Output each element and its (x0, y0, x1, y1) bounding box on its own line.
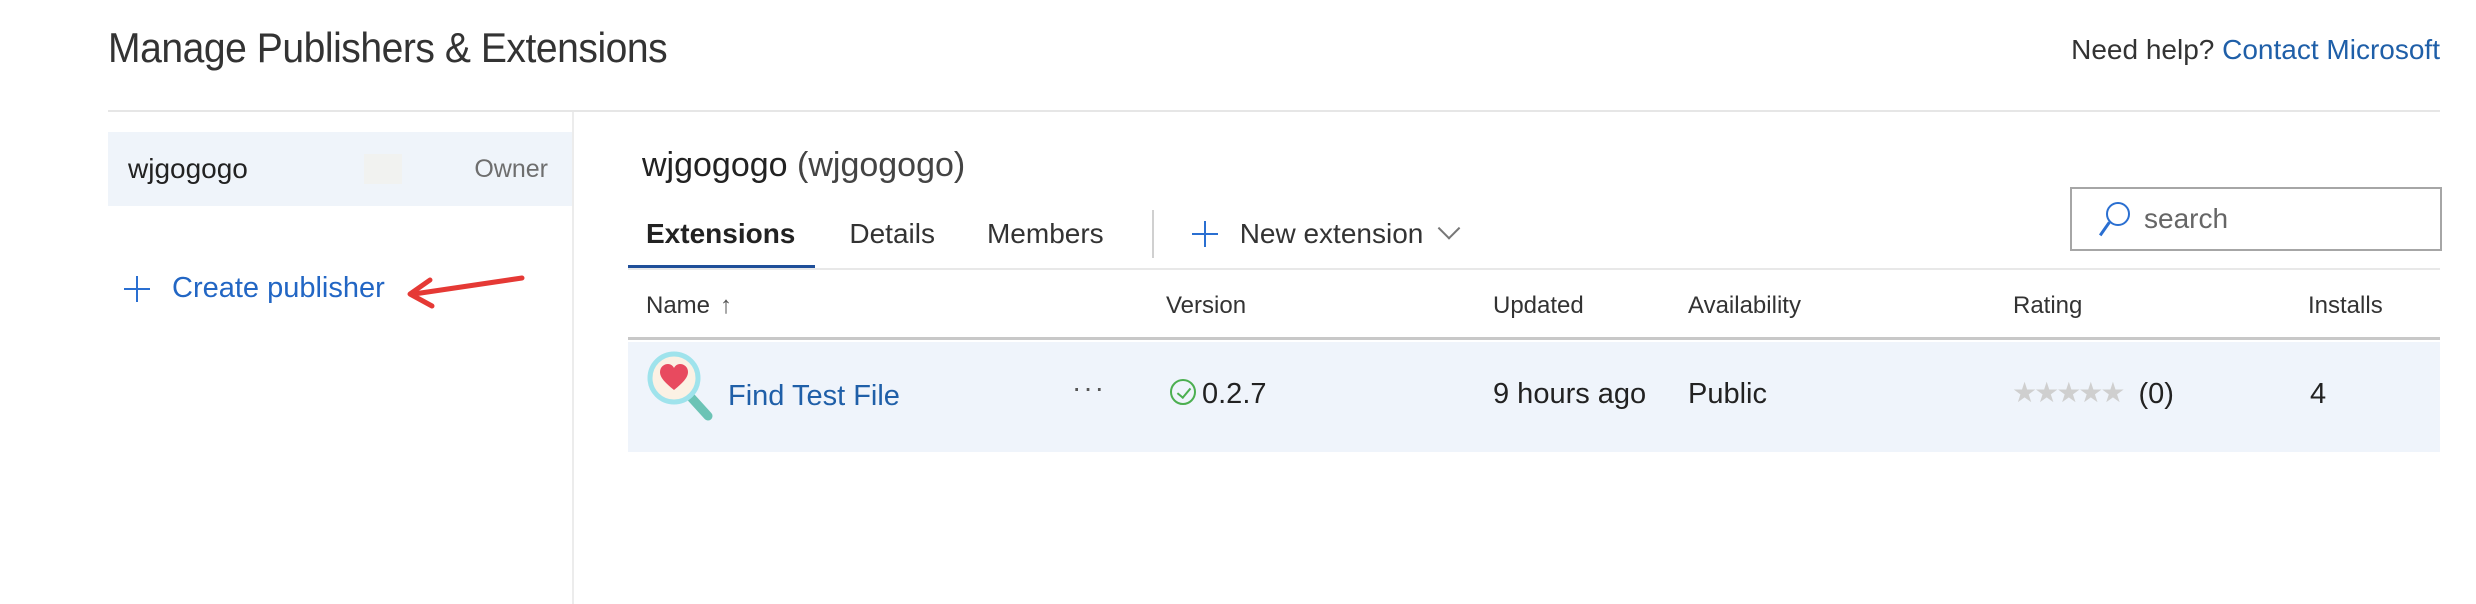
sidebar-divider (572, 112, 574, 604)
plus-icon (1191, 221, 1218, 247)
column-header-rating[interactable]: Rating (2013, 292, 2082, 320)
help-prefix: Need help? (2071, 34, 2215, 65)
sort-ascending-icon: ↑ (720, 292, 733, 319)
plus-icon (124, 275, 150, 302)
create-publisher-button[interactable]: Create publisher (124, 272, 385, 305)
table-header: Name ↑ Version Updated Availability Ratin… (628, 272, 2440, 340)
column-header-name[interactable]: Name ↑ (646, 292, 732, 320)
column-header-updated[interactable]: Updated (1493, 292, 1584, 320)
publisher-avatar (363, 154, 402, 184)
new-extension-label: New extension (1239, 218, 1424, 249)
magnifier-heart-icon (647, 351, 713, 421)
star-rating-icon: ★★★★★ (2012, 376, 2126, 408)
version-cell: 0.2.7 (1170, 378, 1267, 411)
new-extension-button[interactable]: New extension (1191, 217, 1461, 250)
chevron-down-icon (1438, 217, 1461, 240)
tab-members[interactable]: Members (969, 200, 1122, 268)
availability-cell: Public (1688, 378, 1767, 410)
table-row[interactable]: Find Test File ··· 0.2.7 9 hours ago Pub… (628, 342, 2440, 452)
installs-cell: 4 (2310, 378, 2327, 410)
page-title: Manage Publishers & Extensions (108, 24, 668, 71)
extension-name-link[interactable]: Find Test File (728, 380, 900, 412)
tab-details[interactable]: Details (831, 200, 953, 268)
version-value: 0.2.7 (1202, 378, 1267, 410)
column-header-installs[interactable]: Installs (2308, 292, 2383, 320)
toolbar-separator (1151, 210, 1154, 258)
sidebar-publisher-item[interactable]: wjgogogo Owner (108, 132, 572, 206)
help-text: Need help? Contact Microsoft (2071, 34, 2440, 66)
rating-cell: ★★★★★ (0) (2012, 376, 2174, 412)
contact-microsoft-link[interactable]: Contact Microsoft (2222, 34, 2440, 65)
column-name-label: Name (646, 292, 711, 319)
publisher-name: wjgogogo (128, 153, 248, 184)
column-header-version[interactable]: Version (1166, 292, 1246, 320)
rating-count: (0) (2138, 378, 2174, 410)
tabs-divider (628, 268, 2440, 270)
search-icon (2096, 200, 2130, 238)
tab-extensions[interactable]: Extensions (628, 200, 816, 270)
create-publisher-label: Create publisher (172, 272, 385, 304)
updated-cell: 9 hours ago (1493, 378, 1647, 410)
publisher-id: (wjgogogo) (797, 146, 966, 184)
search-input[interactable] (2144, 203, 2424, 235)
publisher-role: Owner (474, 154, 548, 183)
publisher-display-name: wjgogogo (642, 146, 788, 184)
search-box[interactable] (2070, 187, 2442, 251)
annotation-arrow-icon (407, 275, 525, 309)
publisher-tabs: Extensions Details Members New extension (628, 200, 1461, 270)
more-options-button[interactable]: ··· (1072, 372, 1106, 404)
header-divider (108, 110, 2440, 112)
column-header-availability[interactable]: Availability (1688, 292, 1801, 320)
check-circle-icon (1170, 379, 1196, 406)
publisher-heading: wjgogogo (wjgogogo) (642, 146, 965, 185)
